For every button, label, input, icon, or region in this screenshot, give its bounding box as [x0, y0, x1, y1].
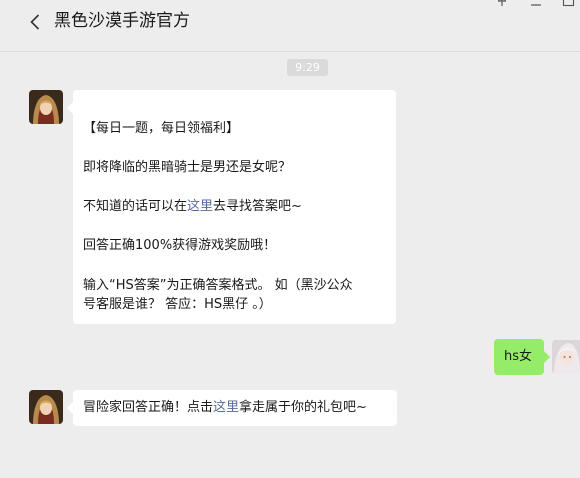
incoming-message: 冒险家回答正确！点击这里拿走属于你的礼包吧~ — [67, 390, 397, 426]
chat-title: 黑色沙漠手游官方 — [54, 11, 190, 31]
pin-icon — [492, 0, 512, 10]
answer-link[interactable]: 这里 — [187, 199, 213, 214]
official-account-avatar[interactable] — [29, 90, 63, 124]
message-timestamp: 9:29 — [287, 59, 328, 76]
pin-button[interactable] — [492, 0, 512, 10]
official-account-avatar[interactable] — [29, 390, 63, 424]
message-line: 不知道的话可以在这里去寻找答案吧~ — [83, 197, 302, 217]
user-avatar[interactable] — [552, 340, 580, 374]
minimize-button[interactable] — [526, 0, 546, 10]
message-text: 冒险家回答正确！点击 — [83, 400, 214, 415]
message-line: 【每日一题，每日领福利】 — [83, 121, 240, 136]
message-text: 不知道的话可以在 — [83, 199, 188, 214]
message-line: 号客服是谁？ 答应：HS黑仔 。） — [83, 297, 272, 312]
message-line: 输入“HS答案”为正确答案格式。 如（黑沙公众 — [83, 278, 353, 293]
chevron-left-icon — [26, 12, 46, 32]
message-line: 即将降临的黑暗骑士是男还是女呢？ — [83, 160, 292, 175]
message-text: 去寻找答案吧~ — [213, 199, 302, 214]
message-text: hs女 — [504, 349, 533, 364]
message-line: 冒险家回答正确！点击这里拿走属于你的礼包吧~ — [83, 398, 367, 418]
maximize-button[interactable] — [558, 0, 578, 10]
chat-header: 黑色沙漠手游官方 — [0, 0, 580, 52]
maximize-icon — [558, 0, 578, 10]
minimize-icon — [526, 0, 546, 10]
outgoing-message: hs女 — [494, 339, 550, 375]
incoming-message: 【每日一题，每日领福利】 即将降临的黑暗骑士是男还是女呢？ 不知道的话可以在这里… — [67, 90, 396, 324]
message-text: 拿走属于你的礼包吧~ — [239, 400, 367, 415]
back-button[interactable] — [26, 12, 46, 32]
message-line: 回答正确100%获得游戏奖励哦！ — [83, 238, 277, 253]
gift-link[interactable]: 这里 — [213, 400, 239, 415]
